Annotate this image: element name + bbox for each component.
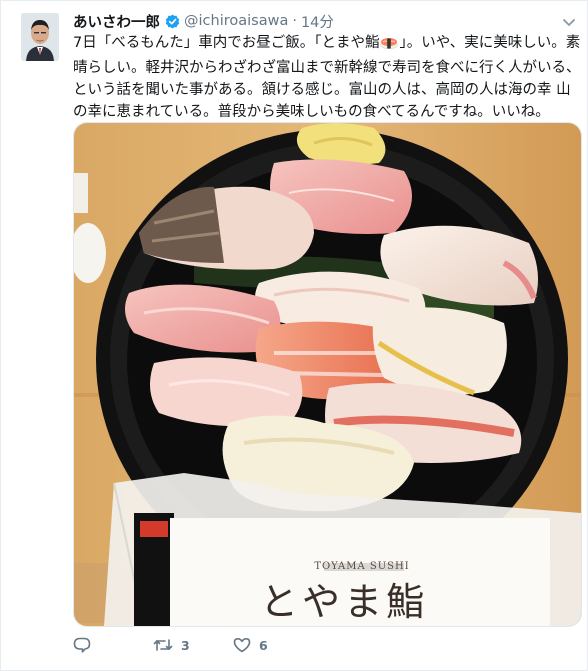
tweet-header: あいさわ一郎 @ichiroaisawa · 14分	[73, 10, 334, 32]
reply-icon	[73, 637, 91, 653]
like-icon	[233, 638, 251, 653]
sushi-emoji	[379, 34, 399, 57]
user-handle[interactable]: @ichiroaisawa	[184, 13, 288, 29]
reply-button[interactable]	[73, 637, 153, 653]
tweet-timestamp[interactable]: 14分	[301, 11, 334, 32]
tweet-card: あいさわ一郎 @ichiroaisawa · 14分 7日「べるもんた」車内でお…	[0, 0, 588, 671]
avatar[interactable]	[21, 13, 59, 61]
tweet-text: 7日「べるもんた」車内でお昼ご飯。「とまや鮨 」。いや、実に美味しい。素晴らしい。…	[73, 32, 581, 123]
package-label: TOYAMA SUSHI	[314, 561, 409, 572]
retweet-button[interactable]: 3	[153, 637, 233, 653]
header-separator: ·	[292, 13, 297, 29]
verified-badge-icon	[165, 14, 180, 29]
tweet-actions: 3 6	[73, 637, 313, 653]
package-brand: とやま鮨	[260, 580, 428, 624]
display-name[interactable]: あいさわ一郎	[73, 11, 160, 32]
retweet-icon	[153, 639, 173, 651]
retweet-count: 3	[181, 637, 190, 653]
caret-down-icon[interactable]	[562, 13, 576, 32]
like-count: 6	[259, 637, 268, 653]
tweet-text-part-1: 7日「べるもんた」車内でお昼ご飯。「とまや鮨	[73, 35, 380, 51]
like-button[interactable]: 6	[233, 637, 313, 653]
sushi-lunch-photo[interactable]: TOYAMA SUSHI とやま鮨	[73, 122, 582, 627]
